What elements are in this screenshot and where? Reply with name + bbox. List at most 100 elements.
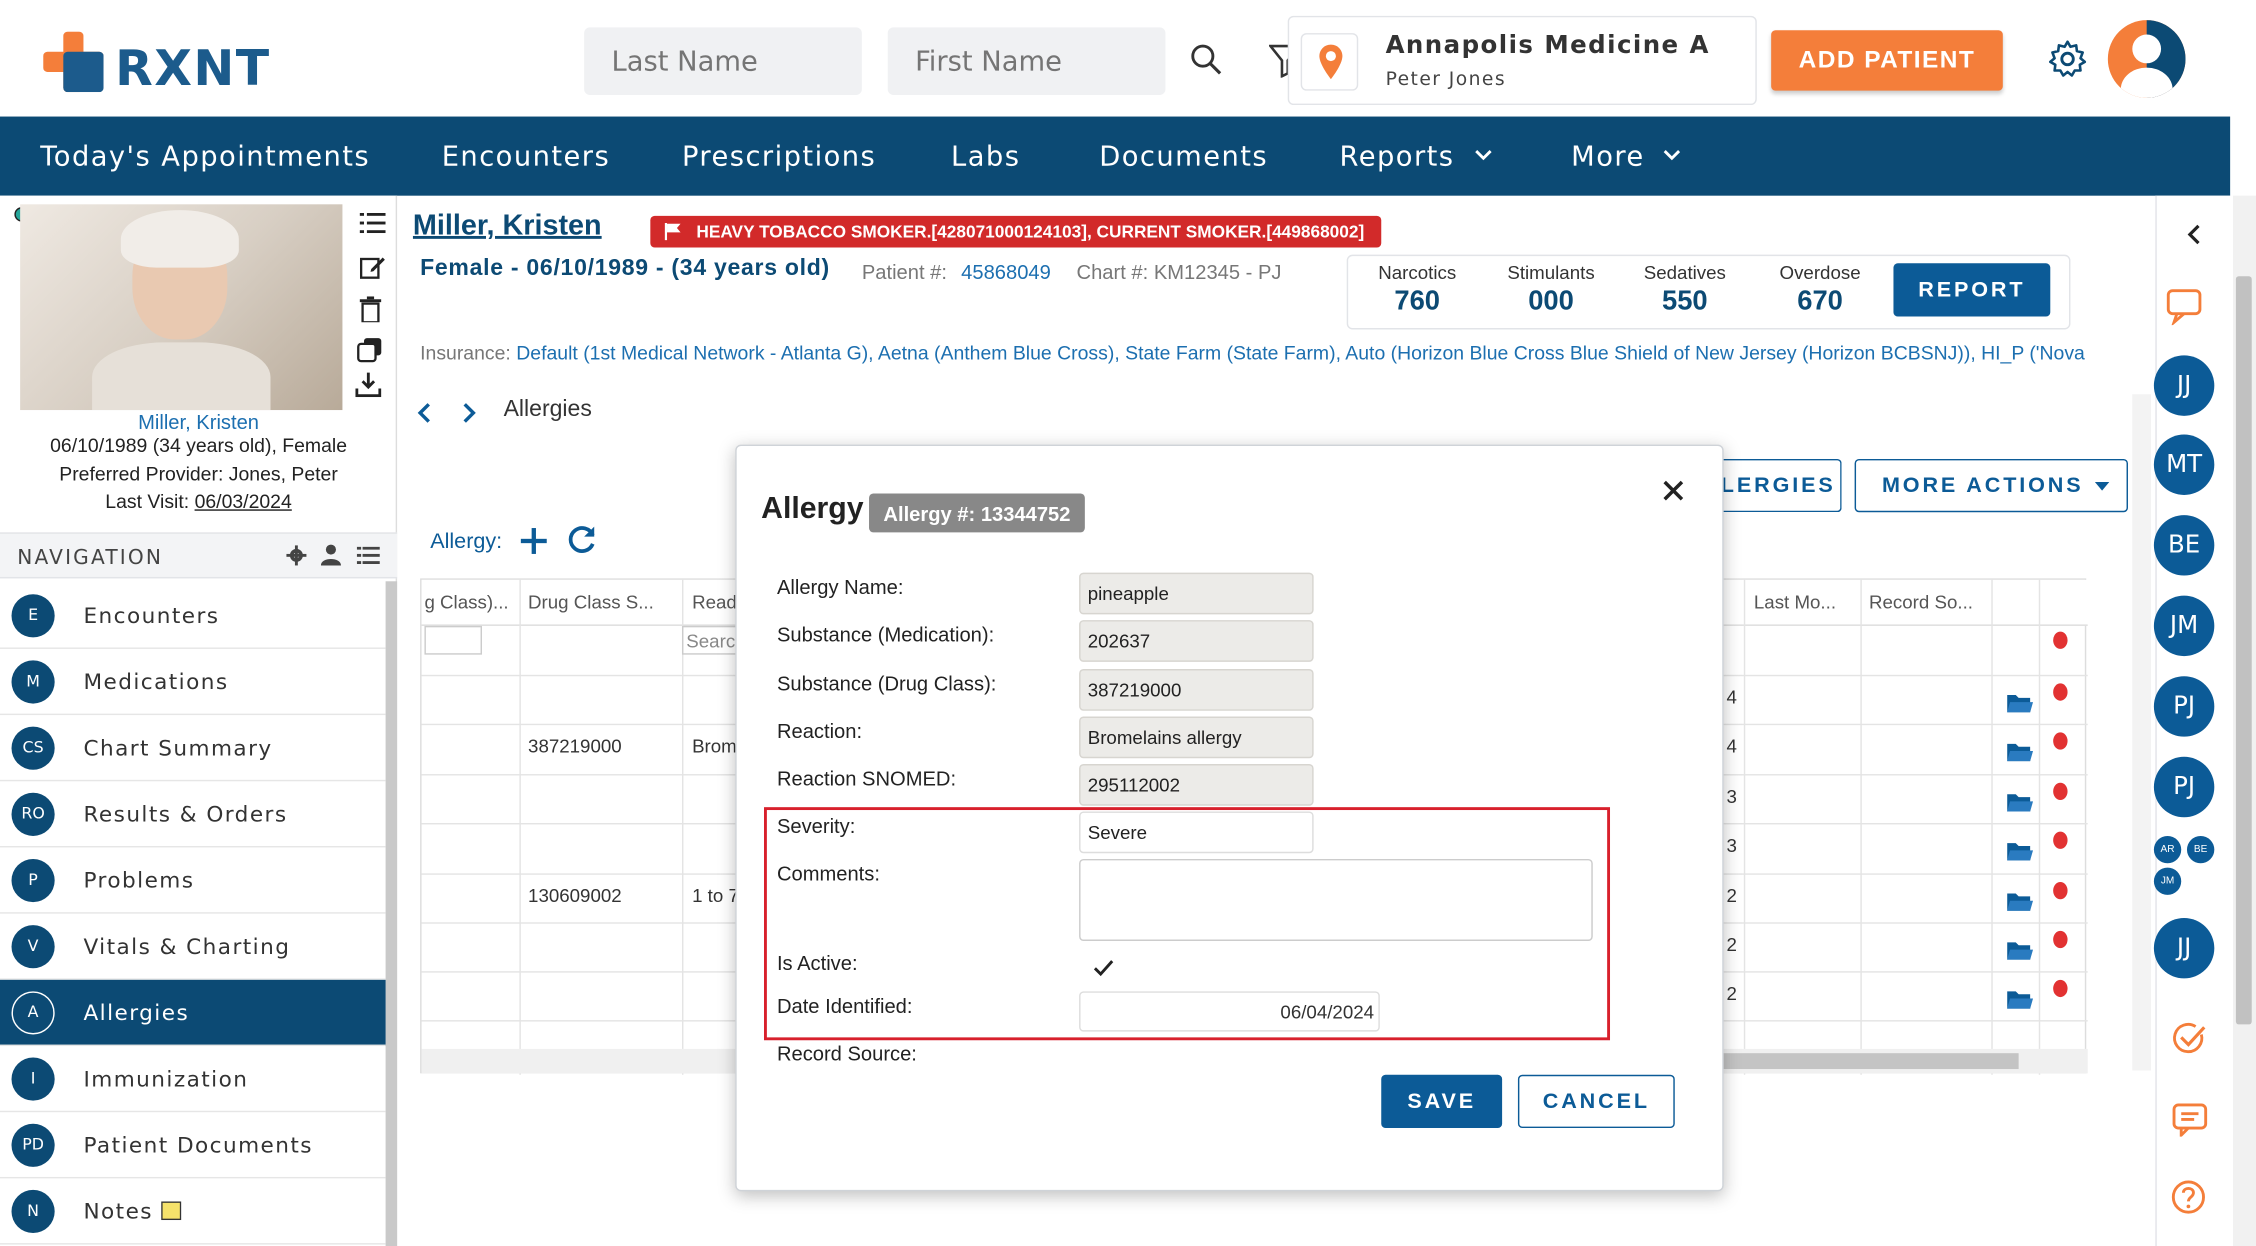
contact-avatar[interactable]: JM bbox=[2153, 595, 2215, 657]
substance-medication-field[interactable]: 202637 bbox=[1079, 620, 1314, 662]
date-identified-field[interactable]: 06/04/2024 bbox=[1079, 991, 1380, 1032]
nav-prescriptions[interactable]: Prescriptions bbox=[682, 141, 876, 173]
contact-avatar-small[interactable]: AR bbox=[2153, 835, 2182, 864]
contact-avatar[interactable]: PJ bbox=[2153, 756, 2215, 818]
person-icon[interactable] bbox=[320, 544, 341, 566]
allergy-name-field[interactable]: pineapple bbox=[1079, 572, 1314, 615]
last-visit: Last Visit: 06/03/2024 bbox=[0, 491, 397, 513]
last-visit-value[interactable]: 06/03/2024 bbox=[195, 491, 292, 513]
cancel-button[interactable]: CANCEL bbox=[1517, 1074, 1675, 1129]
save-button[interactable]: SAVE bbox=[1381, 1074, 1503, 1129]
chevron-down-icon[interactable] bbox=[1662, 148, 1682, 162]
nav-badge: I bbox=[11, 1056, 55, 1100]
sidebar-patient-dob: 06/10/1989 (34 years old), Female bbox=[50, 434, 348, 457]
location-name: Annapolis Medicine A bbox=[1385, 31, 1710, 61]
sidebar-item-label: Vitals & Charting bbox=[83, 933, 291, 959]
sidebar-item-results-orders[interactable]: RO Results & Orders bbox=[0, 781, 386, 848]
record-source-label: Record Source: bbox=[776, 1041, 917, 1065]
list-icon[interactable] bbox=[359, 212, 386, 234]
provider-name: Peter Jones bbox=[1385, 69, 1507, 91]
sidebar-item-problems[interactable]: P Problems bbox=[0, 847, 386, 914]
chevron-down-icon[interactable] bbox=[1473, 148, 1493, 162]
comments-textarea[interactable] bbox=[1079, 858, 1593, 941]
check-circle-icon[interactable] bbox=[2171, 1020, 2208, 1057]
contact-avatar-small[interactable]: BE bbox=[2186, 835, 2215, 864]
edit-icon[interactable] bbox=[359, 255, 386, 279]
nav-badge: A bbox=[11, 990, 55, 1034]
nav-reports[interactable]: Reports bbox=[1340, 141, 1455, 173]
preferred-provider-label: Preferred Provider: bbox=[59, 463, 224, 485]
reaction-field[interactable]: Bromelains allergy bbox=[1079, 716, 1314, 759]
sidebar-item-medications[interactable]: M Medications bbox=[0, 649, 386, 716]
sidebar-scrollbar[interactable] bbox=[385, 581, 398, 1246]
sidebar-patient-name[interactable]: Miller, Kristen bbox=[0, 410, 397, 433]
contact-avatar[interactable]: JJ bbox=[2153, 355, 2215, 416]
message-icon[interactable] bbox=[2171, 1102, 2208, 1137]
contact-avatar[interactable]: MT bbox=[2153, 434, 2215, 495]
allergy-number-badge: Allergy #: 13344752 bbox=[869, 493, 1085, 533]
user-avatar[interactable] bbox=[2107, 20, 2186, 98]
contact-avatar[interactable]: PJ bbox=[2153, 676, 2215, 737]
nav-badge: V bbox=[11, 924, 55, 968]
chevron-left-icon[interactable] bbox=[2186, 224, 2203, 245]
sidebar-item-immunization[interactable]: I Immunization bbox=[0, 1046, 386, 1113]
sidebar-item-vitals-charting[interactable]: V Vitals & Charting bbox=[0, 914, 386, 980]
download-icon[interactable] bbox=[355, 371, 382, 398]
sidebar-item-label: Immunization bbox=[83, 1065, 249, 1092]
allergy-name-label: Allergy Name: bbox=[776, 575, 904, 599]
nav-encounters[interactable]: Encounters bbox=[442, 141, 610, 173]
chat-bubbles-icon[interactable] bbox=[2165, 288, 2208, 326]
severity-field[interactable]: Severe bbox=[1079, 811, 1314, 854]
sidebar-item-label: Problems bbox=[83, 866, 195, 893]
sidebar-item-label: Notes bbox=[83, 1197, 153, 1224]
reaction-snomed-field[interactable]: 295112002 bbox=[1079, 764, 1314, 806]
sidebar-item-encounters[interactable]: E Encounters bbox=[0, 583, 386, 649]
close-icon[interactable] bbox=[1663, 480, 1684, 501]
help-icon[interactable] bbox=[2171, 1180, 2206, 1215]
settings-gear-icon[interactable] bbox=[286, 545, 307, 566]
location-pin-icon bbox=[1319, 44, 1343, 80]
substance-drug-class-label: Substance (Drug Class): bbox=[776, 671, 997, 695]
is-active-checkbox[interactable] bbox=[1093, 960, 1114, 977]
copy-icon[interactable] bbox=[357, 337, 383, 363]
contact-avatar-small[interactable]: JM bbox=[2153, 867, 2182, 895]
patient-photo bbox=[20, 204, 343, 411]
sidebar-item-chart-summary[interactable]: CS Chart Summary bbox=[0, 715, 386, 782]
contact-avatar[interactable]: BE bbox=[2153, 515, 2215, 576]
nav-badge: M bbox=[11, 659, 55, 703]
nav-labs[interactable]: Labs bbox=[951, 141, 1020, 173]
last-visit-label: Last Visit: bbox=[105, 490, 190, 513]
nav-documents[interactable]: Documents bbox=[1099, 141, 1268, 173]
is-active-label: Is Active: bbox=[776, 951, 858, 975]
modal-title: Allergy bbox=[761, 492, 864, 526]
sidebar-item-label: Encounters bbox=[83, 602, 220, 629]
first-name-input[interactable] bbox=[887, 27, 1166, 95]
substance-drug-class-field[interactable]: 387219000 bbox=[1079, 669, 1314, 711]
comments-label: Comments: bbox=[776, 861, 880, 885]
sticky-note-icon[interactable] bbox=[161, 1201, 182, 1221]
page-scrollbar[interactable] bbox=[2233, 195, 2256, 1246]
allergy-modal: Allergy Allergy #: 13344752 Allergy Name… bbox=[735, 444, 1724, 1192]
nav-badge: N bbox=[11, 1189, 55, 1233]
sidebar-item-label: Chart Summary bbox=[83, 734, 273, 761]
patient-sidebar: Miller, Kristen 06/10/1989 (34 years old… bbox=[0, 195, 398, 1246]
sidebar-item-allergies[interactable]: A Allergies bbox=[0, 979, 386, 1047]
gear-icon[interactable] bbox=[2048, 40, 2087, 77]
location-selector[interactable]: Annapolis Medicine A Peter Jones bbox=[1287, 15, 1757, 106]
sidebar-item-patient-documents[interactable]: PD Patient Documents bbox=[0, 1112, 386, 1179]
app-window: RXNT Annapolis Medicine A Peter Jones AD… bbox=[0, 0, 2256, 1246]
trash-icon[interactable] bbox=[359, 296, 382, 323]
list-icon[interactable] bbox=[356, 546, 380, 565]
sidebar-item-label: Medications bbox=[83, 668, 229, 695]
last-name-input[interactable] bbox=[584, 27, 862, 95]
main-nav-bar: Today's Appointments Encounters Prescrip… bbox=[0, 116, 2231, 196]
search-icon[interactable] bbox=[1188, 42, 1223, 77]
nav-more[interactable]: More bbox=[1571, 141, 1645, 173]
sidebar-item-notes[interactable]: N Notes bbox=[0, 1178, 386, 1245]
nav-badge: PD bbox=[11, 1122, 55, 1167]
preferred-provider: Preferred Provider: Jones, Peter bbox=[0, 463, 397, 485]
sidebar-item-label: Results & Orders bbox=[83, 800, 288, 827]
nav-todays-appointments[interactable]: Today's Appointments bbox=[40, 141, 370, 173]
contact-avatar[interactable]: JJ bbox=[2153, 917, 2215, 979]
add-patient-button[interactable]: ADD PATIENT bbox=[1771, 30, 2003, 91]
